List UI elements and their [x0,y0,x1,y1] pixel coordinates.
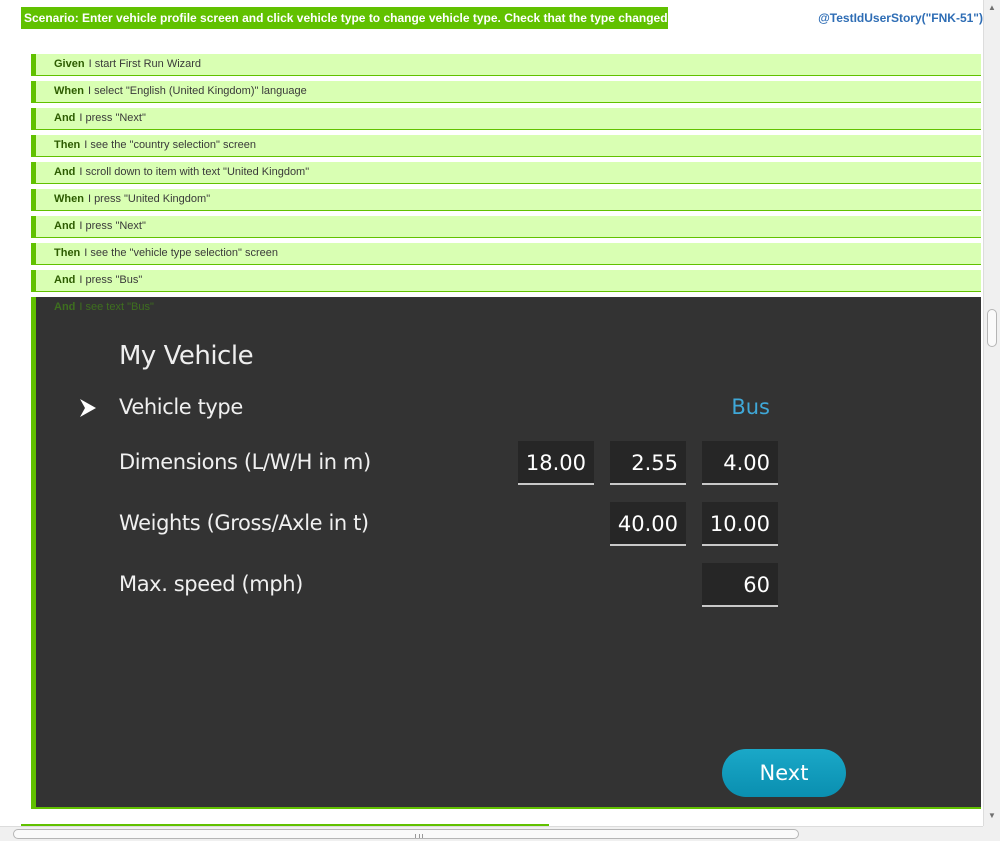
vertical-scroll-thumb[interactable] [987,309,997,347]
max-speed-field[interactable]: 60 [702,563,778,607]
step-text: I scroll down to item with text "United … [79,166,310,178]
step-row: And I press "Next" [31,216,981,238]
step-text: I press "Next" [79,220,146,232]
last-step: And I see text "Bus" [54,301,154,313]
step-keyword: When [54,193,84,205]
scrollbar-corner [983,826,1000,841]
step-text: I press "Bus" [79,274,143,286]
step-keyword: When [54,85,84,97]
step-row: And I press "Bus" [31,270,981,292]
step-keyword: And [54,301,76,313]
scroll-down-icon[interactable]: ▼ [988,812,996,820]
step-keyword: And [54,112,76,124]
weights-label: Weights (Gross/Axle in t) [119,511,369,535]
width-field[interactable]: 2.55 [610,441,686,485]
page-title: My Vehicle [119,341,254,371]
step-row: And I press "Next" [31,108,981,130]
horizontal-scroll-thumb[interactable] [13,829,799,839]
gross-weight-field[interactable]: 40.00 [610,502,686,546]
step-row: Then I see the "vehicle type selection" s… [31,243,981,265]
step-text: I press "Next" [79,112,146,124]
horizontal-scrollbar[interactable] [0,826,983,841]
step-row: Given I start First Run Wizard [31,54,981,76]
dimensions-label: Dimensions (L/W/H in m) [119,450,371,474]
step-row: When I select "English (United Kingdom)" … [31,81,981,103]
height-field[interactable]: 4.00 [702,441,778,485]
step-text: I see the "vehicle type selection" scree… [84,247,278,259]
vertical-scrollbar[interactable]: ▲ ▼ [983,0,1000,826]
vehicle-type-label[interactable]: Vehicle type [119,395,243,419]
steps-list: Given I start First Run Wizard When I sele… [31,54,981,297]
length-field[interactable]: 18.00 [518,441,594,485]
step-text: I see text "Bus" [79,301,154,313]
step-keyword: And [54,274,76,286]
step-keyword: Given [54,58,85,70]
step-row: And I scroll down to item with text "Unit… [31,162,981,184]
vehicle-type-value[interactable]: Bus [731,395,770,419]
step-keyword: Then [54,247,81,259]
speed-label: Max. speed (mph) [119,572,303,596]
step-row: Then I see the "country selection" screen [31,135,981,157]
axle-weight-field[interactable]: 10.00 [702,502,778,546]
step-text: I select "English (United Kingdom)" lang… [87,85,307,97]
step-keyword: And [54,166,76,178]
device-screenshot: And I see text "Bus" My Vehicle Vehicle t… [31,297,981,809]
step-keyword: Then [54,139,81,151]
step-text: I start First Run Wizard [88,58,202,70]
selection-arrow-icon [80,399,96,417]
grip-icon [415,834,423,838]
step-text: I press "United Kingdom" [87,193,211,205]
step-row: When I press "United Kingdom" [31,189,981,211]
step-keyword: And [54,220,76,232]
next-button[interactable]: Next [722,749,846,797]
step-text: I see the "country selection" screen [84,139,256,151]
scenario-title: Scenario: Enter vehicle profile screen a… [21,7,668,29]
scroll-up-icon[interactable]: ▲ [988,4,996,12]
story-tag: @TestIdUserStory("FNK-51") [818,11,983,25]
